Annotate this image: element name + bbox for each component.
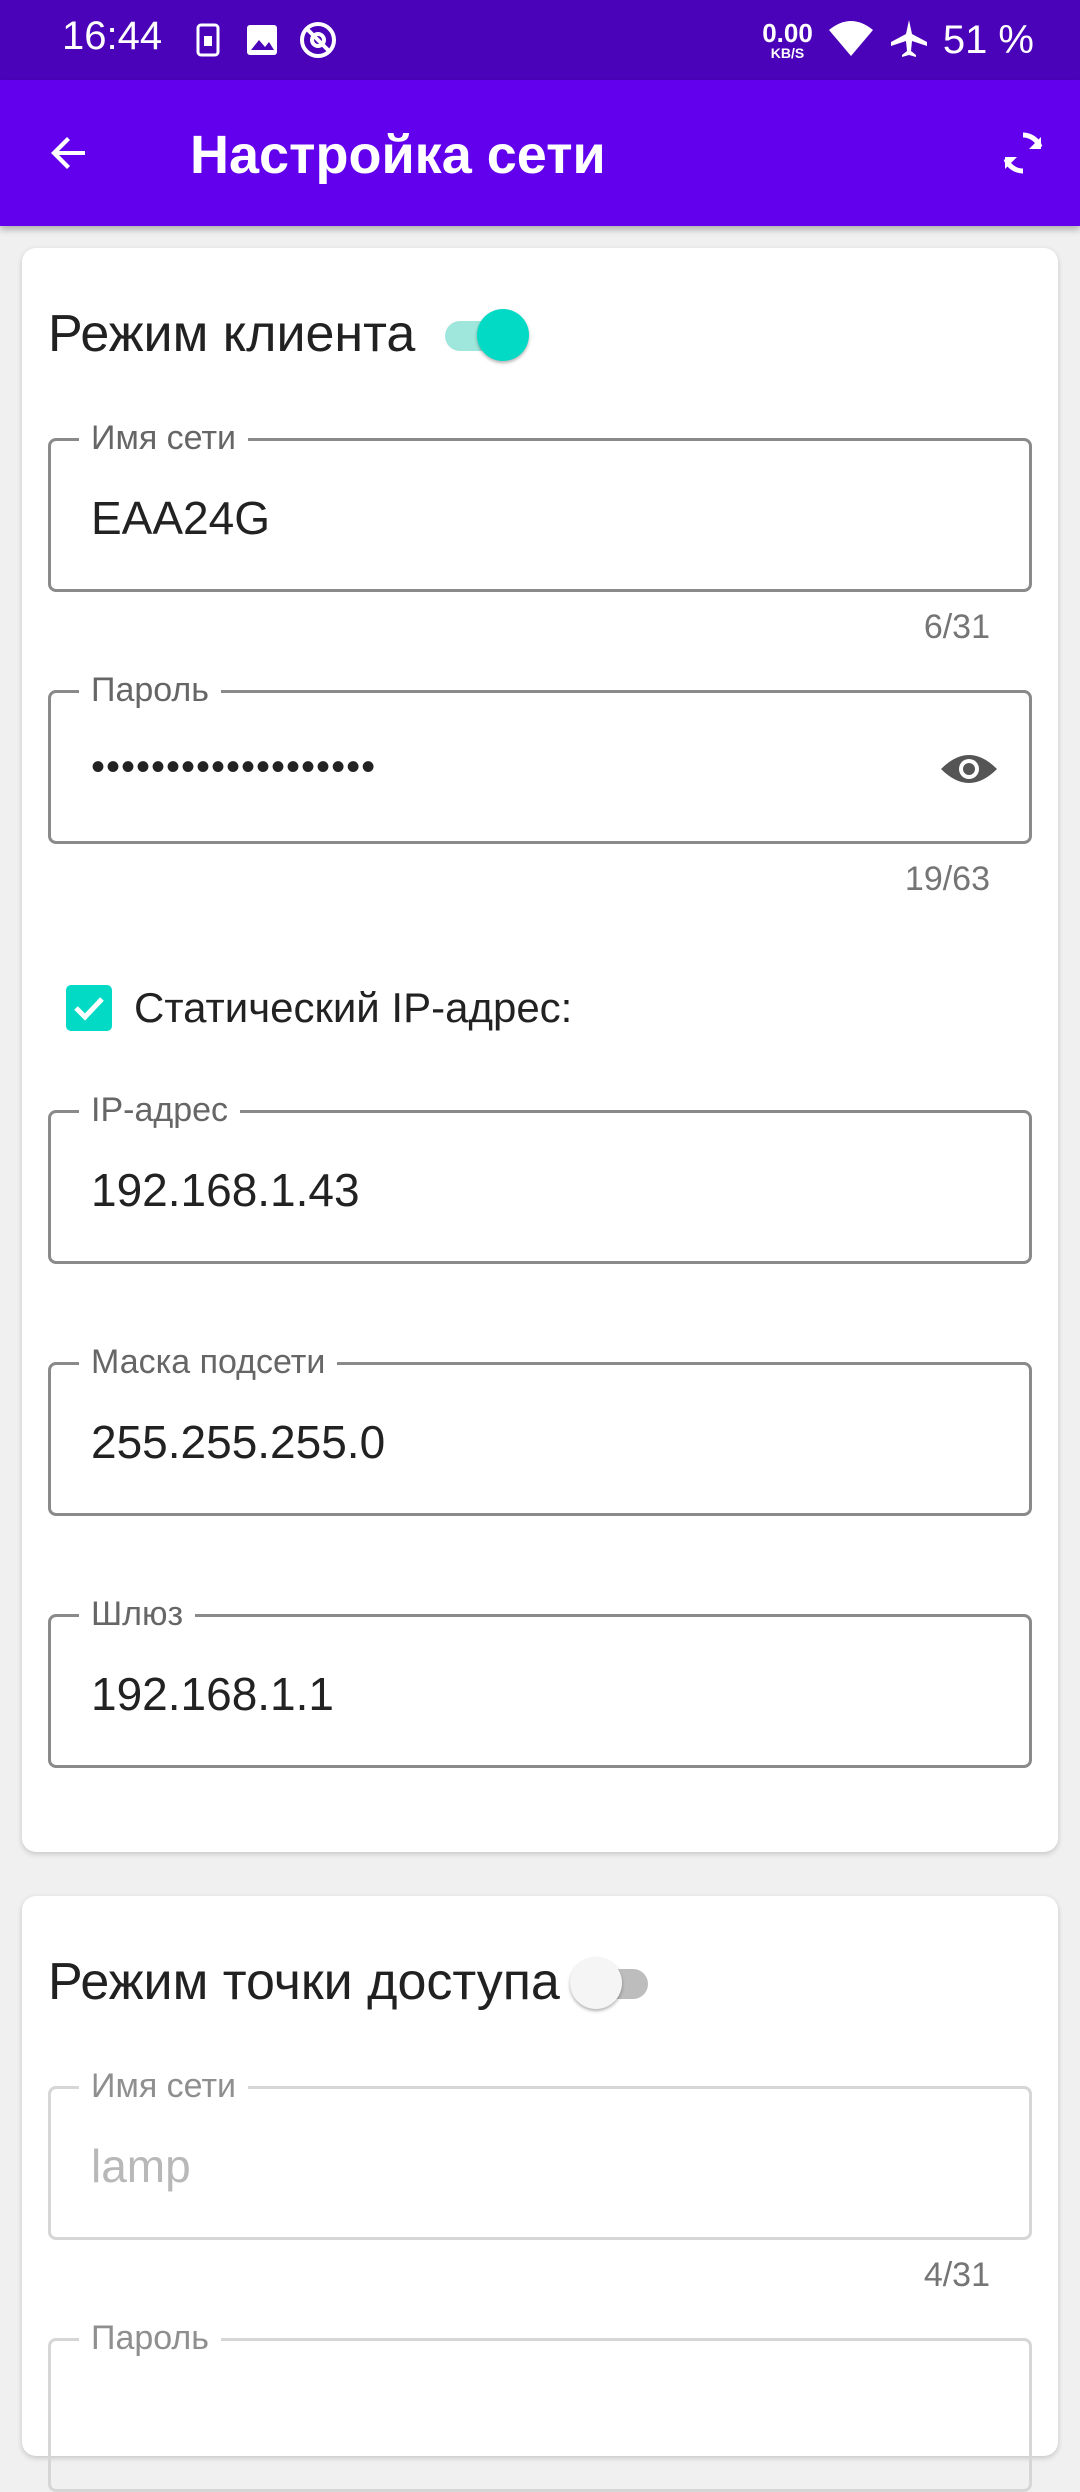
gateway-field[interactable]: Шлюз 192.168.1.1 (48, 1595, 1032, 1768)
ap-ssid-label: Имя сети (79, 2067, 249, 2106)
ap-ssid-value: lamp (91, 2140, 191, 2192)
subnet-mask-value: 255.255.255.0 (91, 1416, 386, 1468)
gateway-value: 192.168.1.1 (91, 1668, 335, 1720)
no-disturb-icon (296, 18, 340, 62)
app-bar: Настройка сети (0, 80, 1080, 226)
check-icon (74, 997, 104, 1021)
client-password-field[interactable]: Пароль ••••••••••••••••••• (48, 671, 1032, 844)
client-ssid-counter: 6/31 (923, 608, 990, 646)
refresh-icon (1003, 132, 1043, 174)
show-password-button[interactable] (937, 737, 1001, 801)
client-ssid-value: EAA24G (91, 492, 270, 544)
ip-address-label: IP-адрес (79, 1091, 241, 1130)
client-mode-title: Режим клиента (48, 305, 416, 363)
page-title: Настройка сети (190, 125, 606, 185)
ap-password-field[interactable]: Пароль (48, 2319, 1032, 2492)
battery-level: 51 % (942, 17, 1034, 62)
wifi-icon (827, 18, 875, 63)
static-ip-label: Статический IP-адрес: (134, 984, 573, 1031)
client-password-counter: 19/63 (904, 860, 990, 898)
ip-address-value: 192.168.1.43 (91, 1164, 360, 1216)
ap-mode-title: Режим точки доступа (48, 1953, 560, 2011)
ap-mode-header: Режим точки доступа (48, 1952, 654, 2012)
client-mode-header: Режим клиента (48, 304, 530, 364)
subnet-mask-field[interactable]: Маска подсети 255.255.255.0 (48, 1343, 1032, 1516)
ap-ssid-field[interactable]: Имя сети lamp (48, 2067, 1032, 2240)
airplane-icon (889, 18, 929, 63)
ap-password-label: Пароль (79, 2319, 221, 2358)
client-ssid-field[interactable]: Имя сети EAA24G (48, 419, 1032, 592)
client-password-value: ••••••••••••••••••• (91, 745, 377, 789)
static-ip-row[interactable]: Статический IP-адрес: (66, 984, 572, 1032)
status-time: 16:44 (62, 14, 163, 58)
client-ssid-label: Имя сети (79, 419, 249, 458)
subnet-mask-label: Маска подсети (79, 1343, 338, 1382)
status-bar: 16:44 0.00 KB/S 51 % (0, 0, 1080, 80)
client-password-label: Пароль (79, 671, 221, 710)
gallery-icon (240, 18, 284, 62)
static-ip-checkbox[interactable] (66, 985, 112, 1031)
eye-icon (941, 755, 997, 783)
refresh-button[interactable] (990, 120, 1056, 186)
sim-icon (186, 18, 230, 62)
ap-mode-switch[interactable] (569, 1957, 654, 2009)
client-mode-switch[interactable] (445, 309, 530, 361)
back-button[interactable] (36, 120, 102, 186)
client-mode-card: Режим клиента Имя сети EAA24G 6/31 Парол… (22, 248, 1058, 1852)
network-speed: 0.00 KB/S (762, 18, 813, 61)
ip-address-field[interactable]: IP-адрес 192.168.1.43 (48, 1091, 1032, 1264)
arrow-back-icon (51, 137, 85, 169)
gateway-label: Шлюз (79, 1595, 196, 1634)
ap-ssid-counter: 4/31 (923, 2256, 990, 2294)
ap-mode-card: Режим точки доступа Имя сети lamp 4/31 П… (22, 1896, 1058, 2492)
